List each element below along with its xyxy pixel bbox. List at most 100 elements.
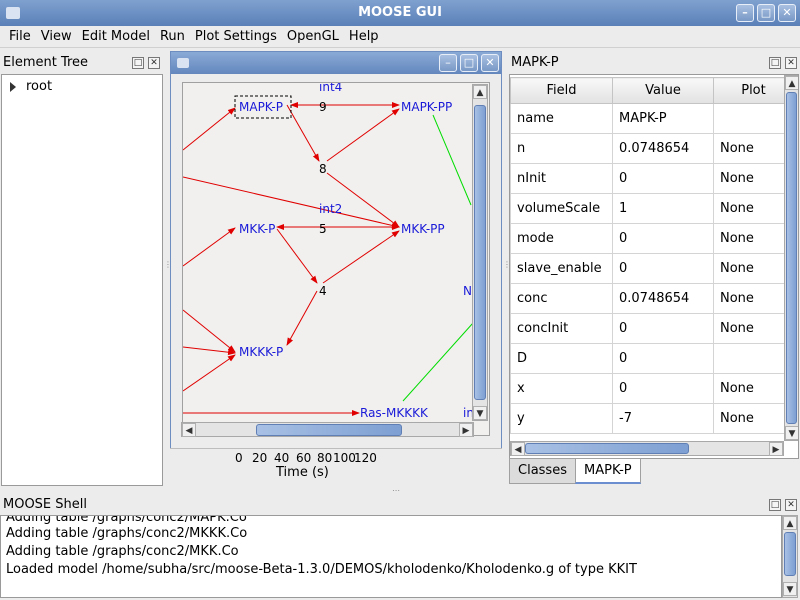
column-header-plot[interactable]: Plot	[713, 77, 794, 104]
table-row: x 0 None	[510, 373, 794, 404]
reaction-5[interactable]: 5	[319, 222, 327, 236]
float-icon[interactable]: □	[769, 499, 781, 511]
tree-item-root[interactable]: root	[10, 79, 52, 94]
scroll-up-icon[interactable]: ▲	[785, 76, 798, 90]
properties-tab-bar: Classes MAPK-P	[509, 458, 799, 486]
reaction-8[interactable]: 8	[319, 162, 327, 176]
plot-cell[interactable]: None	[713, 223, 794, 254]
canvas-vertical-scrollbar[interactable]: ▲ ▼	[472, 84, 488, 421]
x-tick: 80	[317, 451, 333, 465]
scroll-up-icon[interactable]: ▲	[473, 85, 487, 99]
maximize-button[interactable]: □	[757, 4, 775, 22]
node-mkkk-p[interactable]: MKKK-P	[239, 345, 283, 359]
minimize-button[interactable]: –	[736, 4, 754, 22]
plot-cell[interactable]: None	[713, 193, 794, 224]
scroll-right-icon[interactable]: ▶	[769, 442, 783, 456]
scroll-left-icon[interactable]: ◀	[182, 423, 196, 437]
plot-cell[interactable]: None	[713, 403, 794, 434]
float-icon[interactable]: □	[132, 57, 144, 69]
subwindow-close-button[interactable]: ✕	[481, 54, 499, 72]
enzyme-links	[402, 114, 474, 402]
value-cell[interactable]: 0	[612, 223, 714, 254]
scroll-down-icon[interactable]: ▼	[783, 582, 797, 596]
tab-classes[interactable]: Classes	[509, 458, 576, 484]
menu-edit-model[interactable]: Edit Model	[77, 29, 155, 44]
x-tick: 60	[296, 451, 312, 465]
node-n-partial[interactable]: N	[463, 284, 472, 298]
reaction-4[interactable]: 4	[319, 284, 327, 298]
shell-vertical-scrollbar[interactable]: ▲ ▼	[782, 515, 798, 598]
table-row: volumeScale 1 None	[510, 193, 794, 224]
node-ras-mkkkk[interactable]: Ras-MKKKK	[360, 406, 429, 420]
value-cell[interactable]: MAPK-P	[612, 103, 714, 134]
scroll-left-icon[interactable]: ◀	[511, 442, 525, 456]
plot-cell[interactable]: None	[713, 313, 794, 344]
menu-file[interactable]: File	[4, 29, 36, 44]
close-button[interactable]: ✕	[778, 4, 796, 22]
menu-help[interactable]: Help	[344, 29, 384, 44]
properties-vertical-scrollbar[interactable]: ▲ ▼	[784, 75, 798, 441]
plot-cell[interactable]: None	[713, 253, 794, 284]
menu-run[interactable]: Run	[155, 29, 190, 44]
field-cell: y	[510, 403, 613, 434]
shell-line: Adding table /graphs/conc2/MKKK.Co	[6, 526, 248, 541]
close-icon[interactable]: ✕	[785, 499, 797, 511]
x-tick: 20	[252, 451, 268, 465]
value-cell[interactable]: 0	[612, 313, 714, 344]
float-icon[interactable]: □	[769, 57, 781, 69]
plot-cell[interactable]: None	[713, 283, 794, 314]
node-mkk-pp[interactable]: MKK-PP	[401, 222, 445, 236]
value-cell[interactable]: 0.0748654	[612, 133, 714, 164]
table-row: name MAPK-P	[510, 103, 794, 134]
scroll-thumb[interactable]	[786, 92, 797, 424]
node-mkk-p[interactable]: MKK-P	[239, 222, 275, 236]
menu-plot-settings[interactable]: Plot Settings	[190, 29, 282, 44]
scroll-thumb[interactable]	[256, 424, 402, 436]
close-icon[interactable]: ✕	[785, 57, 797, 69]
field-cell: conc	[510, 283, 613, 314]
subwindow-maximize-button[interactable]: □	[460, 54, 478, 72]
element-tree[interactable]: root	[1, 74, 163, 486]
scroll-thumb[interactable]	[525, 443, 689, 454]
plot-cell[interactable]: None	[713, 373, 794, 404]
value-cell[interactable]: 0	[612, 253, 714, 284]
value-cell[interactable]: -7	[612, 403, 714, 434]
scroll-up-icon[interactable]: ▲	[783, 516, 797, 530]
scroll-down-icon[interactable]: ▼	[473, 406, 487, 420]
plot-cell[interactable]	[713, 103, 794, 134]
canvas-horizontal-scrollbar[interactable]: ◀ ▶	[181, 422, 474, 437]
scroll-thumb[interactable]	[474, 105, 486, 400]
value-cell[interactable]: 0	[612, 373, 714, 404]
plot-cell[interactable]	[713, 343, 794, 374]
properties-table[interactable]: Field Value Plot name MAPK-P n 0.0748654 No…	[509, 74, 799, 459]
node-int2[interactable]: int2	[319, 202, 342, 216]
column-header-value[interactable]: Value	[612, 77, 714, 104]
app-icon	[6, 7, 20, 19]
scroll-right-icon[interactable]: ▶	[459, 423, 473, 437]
field-cell: slave_enable	[510, 253, 613, 284]
node-int4[interactable]: int4	[319, 83, 342, 94]
shell-console[interactable]: Adding table /graphs/conc2/MAPK.Co Addin…	[0, 515, 782, 598]
plot-cell[interactable]: None	[713, 133, 794, 164]
value-cell[interactable]: 1	[612, 193, 714, 224]
column-header-field[interactable]: Field	[510, 77, 613, 104]
menu-opengl[interactable]: OpenGL	[282, 29, 344, 44]
value-cell[interactable]: 0.0748654	[612, 283, 714, 314]
value-cell[interactable]: 0	[612, 163, 714, 194]
close-icon[interactable]: ✕	[148, 57, 160, 69]
subwindow-minimize-button[interactable]: –	[439, 54, 457, 72]
model-canvas[interactable]: MAPK-P MAPK-PP MKK-P MKK-PP MKKK-P Ras-M…	[182, 82, 490, 436]
expand-arrow-icon[interactable]	[10, 81, 16, 92]
splitter-handle[interactable]: ⋯	[392, 486, 401, 495]
scroll-thumb[interactable]	[784, 532, 796, 576]
scroll-down-icon[interactable]: ▼	[785, 426, 798, 440]
title-bar: MOOSE GUI – □ ✕	[0, 0, 800, 26]
node-mapk-p[interactable]: MAPK-P	[239, 100, 283, 114]
reaction-9[interactable]: 9	[319, 100, 327, 114]
plot-cell[interactable]: None	[713, 163, 794, 194]
node-mapk-pp[interactable]: MAPK-PP	[401, 100, 452, 114]
properties-horizontal-scrollbar[interactable]: ◀ ▶	[510, 441, 784, 456]
menu-view[interactable]: View	[36, 29, 77, 44]
tab-mapk-p[interactable]: MAPK-P	[575, 458, 641, 484]
value-cell[interactable]: 0	[612, 343, 714, 374]
